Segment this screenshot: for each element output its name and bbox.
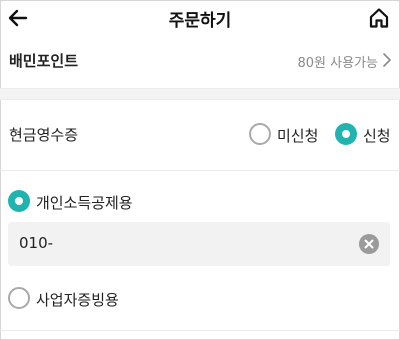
section-separator — [0, 88, 400, 100]
home-icon — [369, 8, 389, 28]
radio-requested[interactable] — [335, 123, 357, 145]
divider — [0, 330, 400, 331]
home-button[interactable] — [366, 5, 392, 31]
radio-not-requested[interactable] — [249, 123, 271, 145]
chevron-right-icon — [383, 53, 391, 67]
points-available: 80원 사용가능 — [297, 56, 378, 71]
radio-personal-deduction-label[interactable]: 개인소득공제용 — [36, 192, 133, 213]
radio-business-proof[interactable] — [8, 287, 30, 309]
phone-input[interactable]: 010- — [8, 222, 390, 266]
radio-requested-label[interactable]: 신청 — [363, 125, 391, 146]
clear-button[interactable] — [359, 234, 379, 254]
radio-business-proof-label[interactable]: 사업자증빙용 — [36, 289, 119, 310]
divider — [0, 170, 400, 171]
radio-personal-deduction[interactable] — [8, 190, 30, 212]
points-row[interactable]: 배민포인트 80원 사용가능 — [0, 40, 400, 82]
page-title: 주문하기 — [168, 11, 232, 31]
points-label: 배민포인트 — [9, 52, 79, 70]
close-icon — [364, 239, 374, 249]
header: 주문하기 — [0, 0, 400, 36]
cash-receipt-label: 현금영수증 — [9, 126, 79, 144]
phone-input-value[interactable]: 010- — [19, 234, 53, 252]
radio-not-requested-label[interactable]: 미신청 — [277, 125, 318, 146]
